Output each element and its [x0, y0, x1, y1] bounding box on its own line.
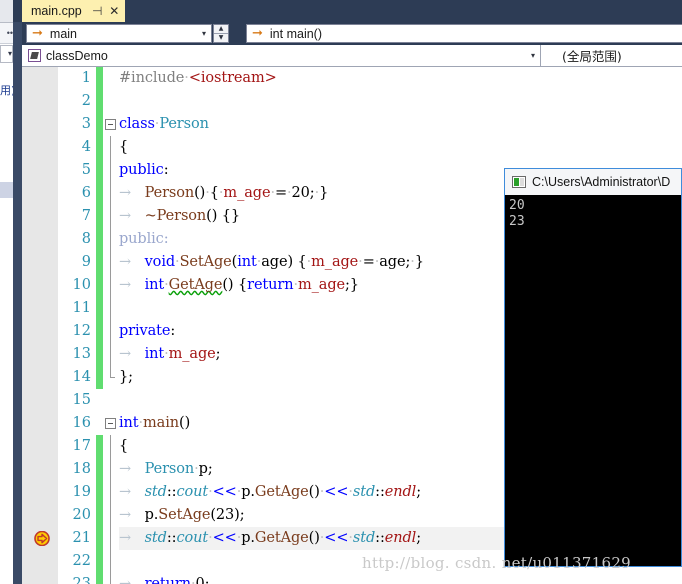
change-bar	[96, 435, 103, 458]
code-line[interactable]: 4 {	[22, 136, 682, 159]
chevron-down-icon[interactable]: ▾	[531, 51, 535, 60]
console-output-window[interactable]: C:\Users\Administrator\D 20 23	[504, 168, 682, 567]
project-combo[interactable]: ➞ main ▾	[26, 24, 212, 43]
code-content: #include·<iostream>	[119, 70, 277, 86]
change-bar	[96, 458, 103, 481]
window-frame-rail	[13, 0, 22, 584]
line-number: 14	[72, 369, 91, 385]
spinner-up-icon[interactable]: ▲	[214, 25, 228, 34]
change-bar	[96, 113, 103, 136]
change-bar	[96, 504, 103, 527]
code-line[interactable]: 23 → return·0;	[22, 573, 682, 584]
change-bar	[96, 251, 103, 274]
line-number: 19	[72, 484, 91, 500]
console-titlebar[interactable]: C:\Users\Administrator\D	[505, 169, 681, 195]
line-number: 10	[72, 277, 91, 293]
change-bar	[96, 527, 103, 550]
line-number: 4	[81, 139, 91, 155]
line-number: 18	[72, 461, 91, 477]
adjacent-tool-window-sliver: •• ▾ 用)	[0, 0, 13, 584]
line-number: 6	[81, 185, 91, 201]
code-line[interactable]: 3 class·Person	[22, 113, 682, 136]
change-bar	[96, 550, 103, 573]
console-output-line: 23	[509, 214, 525, 229]
member-combo[interactable]: ➞ int main()	[246, 24, 682, 43]
line-number: 12	[72, 323, 91, 339]
tab-main-cpp[interactable]: main.cpp ⊢ ✕	[22, 0, 126, 22]
line-number: 13	[72, 346, 91, 362]
console-output-text: 20 23	[505, 195, 681, 230]
close-icon[interactable]: ✕	[109, 5, 119, 17]
code-content: → return·0;	[119, 576, 210, 584]
arrow-right-icon: ➞	[252, 26, 263, 41]
sliver-code-text: 用)	[0, 84, 13, 97]
change-bar	[96, 343, 103, 366]
chevron-down-icon[interactable]: ▾	[202, 29, 206, 38]
project-combo-value: main	[49, 26, 77, 41]
code-content: {	[119, 139, 129, 155]
scope-combo[interactable]: (全局范围)	[542, 45, 682, 66]
change-bar	[96, 320, 103, 343]
line-number: 11	[72, 300, 91, 316]
change-bar	[96, 274, 103, 297]
pin-icon[interactable]: ⊢	[92, 4, 102, 18]
sliver-dropdown[interactable]: ▾	[0, 45, 13, 63]
change-bar	[96, 412, 103, 435]
tab-label: main.cpp	[31, 4, 82, 18]
sliver-selected-row	[0, 182, 13, 198]
change-bar	[96, 389, 103, 412]
change-bar	[96, 297, 103, 320]
change-bar	[96, 136, 103, 159]
code-line[interactable]: 2	[22, 90, 682, 113]
change-bar	[96, 481, 103, 504]
line-number: 15	[72, 392, 91, 408]
class-combo[interactable]: classDemo ▾	[22, 45, 541, 66]
console-output-line: 20	[509, 198, 525, 213]
scope-combo-value: (全局范围)	[562, 49, 622, 64]
line-number: 21	[72, 530, 91, 546]
line-number: 3	[81, 116, 91, 132]
line-number: 9	[81, 254, 91, 270]
line-number: 7	[81, 208, 91, 224]
navigation-bar-secondary: classDemo ▾ (全局范围)	[22, 45, 682, 67]
line-number: 17	[72, 438, 91, 454]
class-combo-value: classDemo	[46, 48, 108, 63]
arrow-right-icon: ➞	[32, 26, 43, 41]
change-bar	[96, 90, 103, 113]
line-number: 2	[81, 93, 91, 109]
navigation-bar: ➞ main ▾ ▲ ▼ ➞ int main()	[22, 22, 682, 45]
line-number: 20	[72, 507, 91, 523]
line-number: 1	[81, 70, 91, 86]
navigation-spinner[interactable]: ▲ ▼	[213, 24, 229, 43]
document-tab-strip: main.cpp ⊢ ✕	[22, 0, 682, 22]
class-icon	[28, 49, 41, 62]
sliver-titlebar	[0, 0, 13, 23]
line-number: 16	[72, 415, 91, 431]
line-number: 22	[72, 553, 91, 569]
change-bar	[96, 182, 103, 205]
console-title-text: C:\Users\Administrator\D	[532, 175, 671, 189]
change-bar	[96, 366, 103, 389]
line-number: 23	[72, 576, 91, 584]
window-frame-rail-top	[13, 0, 22, 22]
change-bar	[96, 205, 103, 228]
member-combo-value: int main()	[269, 26, 322, 41]
line-number: 8	[81, 231, 91, 247]
change-bar	[96, 159, 103, 182]
spinner-down-icon[interactable]: ▼	[214, 34, 228, 42]
collapse-minus-icon[interactable]	[105, 418, 116, 429]
console-window-icon	[512, 176, 526, 188]
code-line[interactable]: 1 #include·<iostream>	[22, 67, 682, 90]
change-bar	[96, 573, 103, 584]
visual-studio-window: •• ▾ 用) main.cpp ⊢ ✕ ➞ main ▾ ▲ ▼ ➞ int …	[0, 0, 682, 584]
change-bar	[96, 228, 103, 251]
code-content: class·Person	[119, 116, 209, 132]
sliver-toolbar[interactable]: ••	[0, 23, 13, 44]
change-bar	[96, 67, 103, 90]
collapse-minus-icon[interactable]	[105, 119, 116, 130]
line-number: 5	[81, 162, 91, 178]
